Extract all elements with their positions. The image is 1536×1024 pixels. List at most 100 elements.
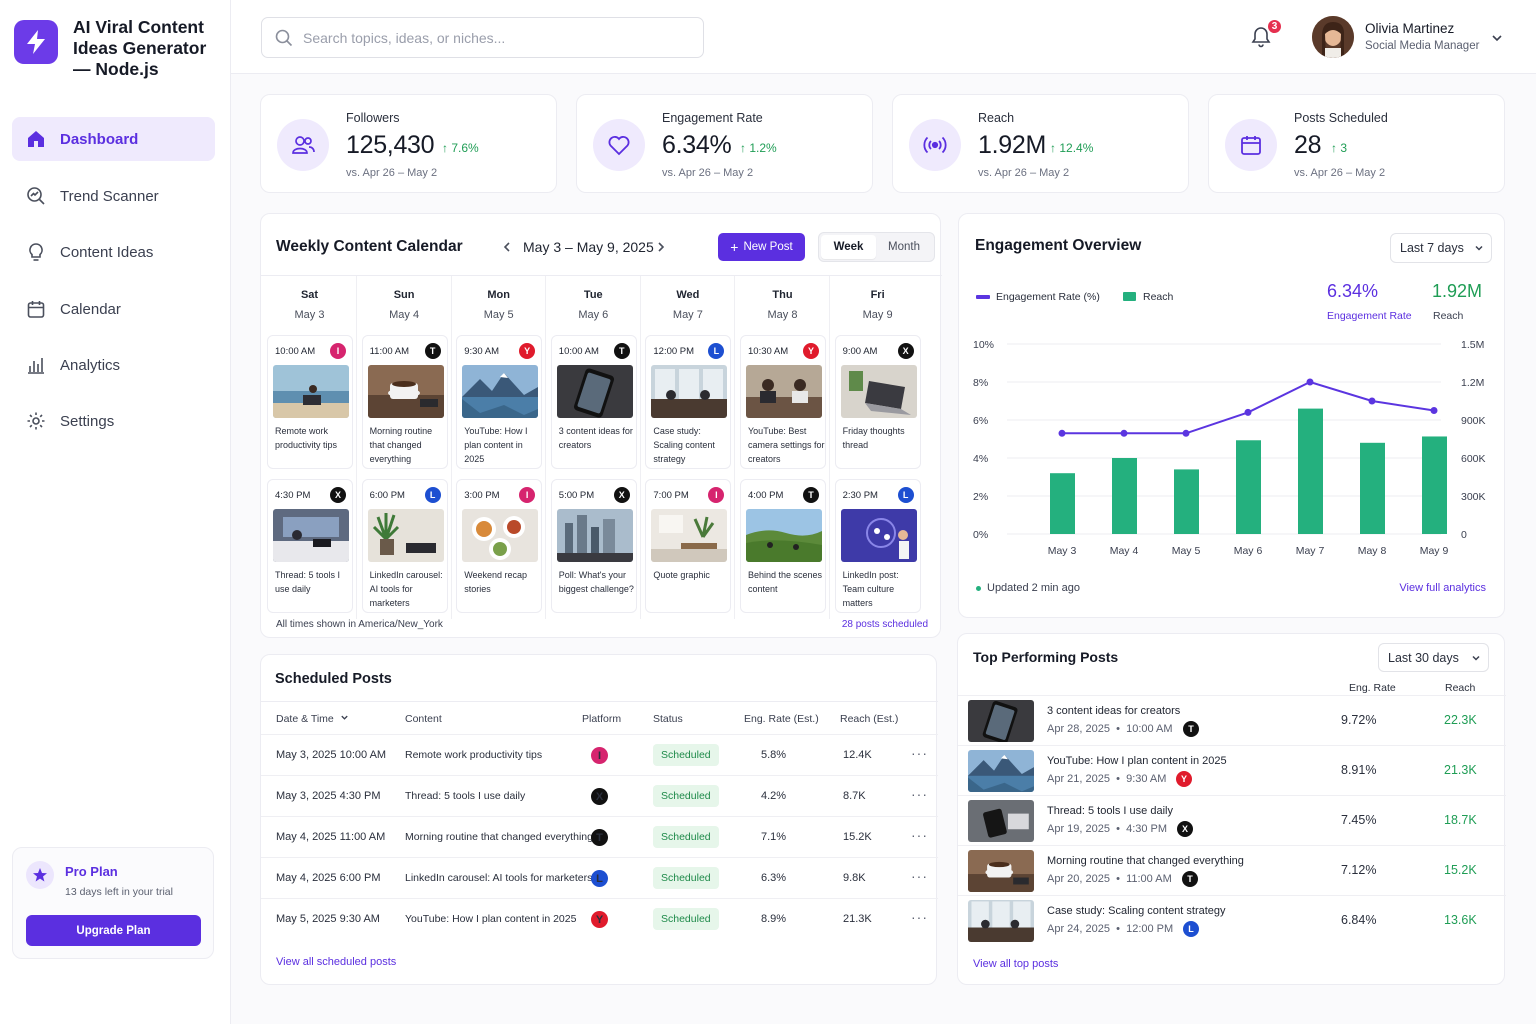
day-name: Sun: [393, 289, 415, 301]
row-reach: 8.7K: [843, 790, 866, 802]
calendar-post-card[interactable]: 4:30 PM X Thread: 5 tools I use daily: [267, 479, 353, 613]
x-tick: May 6: [1234, 545, 1263, 557]
more-options-icon[interactable]: ···: [911, 909, 928, 925]
table-row[interactable]: May 4, 2025 6:00 PM LinkedIn carousel: A…: [261, 857, 938, 898]
reach-bar: [1174, 469, 1199, 534]
week-view-button[interactable]: Week: [821, 235, 876, 259]
view-all-scheduled-link[interactable]: View all scheduled posts: [276, 956, 396, 968]
more-options-icon[interactable]: ···: [911, 745, 928, 761]
live-dot: [976, 586, 981, 591]
post-thumbnail: [840, 509, 917, 562]
stat-label: Posts Scheduled: [1294, 111, 1388, 125]
pro-plan-card: Pro Plan 13 days left in your trial Upgr…: [12, 847, 214, 959]
calendar-post-card[interactable]: 10:00 AM T 3 content ideas for creators: [550, 335, 637, 469]
row-eng-rate: 7.1%: [761, 831, 787, 843]
post-reach: 21.3K: [1444, 763, 1477, 777]
y-left-tick: 4%: [973, 453, 988, 465]
list-item[interactable]: Case study: Scaling content strategy Apr…: [958, 895, 1506, 945]
calendar-post-card[interactable]: 7:00 PM I Quote graphic: [645, 479, 732, 613]
calendar-post-card[interactable]: 10:00 AM I Remote work productivity tips: [267, 335, 353, 469]
top-posts-title: Top Performing Posts: [973, 649, 1119, 665]
row-eng-rate: 6.3%: [761, 872, 787, 884]
sidebar-item-analytics[interactable]: Analytics: [12, 343, 215, 387]
row-date: May 3, 2025 10:00 AM: [276, 749, 387, 761]
calendar-post-card[interactable]: 9:30 AM Y YouTube: How I plan content in…: [456, 335, 543, 469]
calendar-post-card[interactable]: 11:00 AM T Morning routine that changed …: [361, 335, 448, 469]
stat-value: 125,430: [346, 131, 435, 159]
post-title: Poll: What's your biggest challenge?: [558, 570, 634, 594]
platform-icon: L: [591, 870, 608, 887]
row-reach: 9.8K: [843, 872, 866, 884]
post-eng-rate: 6.84%: [1341, 913, 1377, 927]
post-time: 10:00 AM: [558, 346, 599, 357]
calendar-post-card[interactable]: 5:00 PM X Poll: What's your biggest chal…: [550, 479, 637, 613]
chevron-down-icon[interactable]: [1491, 32, 1503, 44]
top-posts-range-dropdown[interactable]: Last 30 days: [1378, 643, 1489, 672]
row-date: May 5, 2025 9:30 AM: [276, 913, 380, 925]
post-time: 4:00 PM: [748, 490, 784, 501]
y-right-tick: 1.5M: [1461, 339, 1484, 351]
post-title: Friday thoughts thread: [842, 426, 905, 450]
view-all-top-posts-link[interactable]: View all top posts: [973, 958, 1058, 970]
sort-date-header[interactable]: Date & Time: [276, 713, 349, 725]
row-eng-rate: 5.8%: [761, 749, 787, 761]
list-item[interactable]: Thread: 5 tools I use daily Apr 19, 2025…: [958, 795, 1506, 845]
calendar-post-card[interactable]: 6:00 PM L LinkedIn carousel: AI tools fo…: [361, 479, 448, 613]
post-title: Thread: 5 tools I use daily: [275, 570, 341, 594]
sidebar-item-settings[interactable]: Settings: [12, 399, 215, 443]
platform-icon: X: [330, 487, 346, 503]
calendar-post-card[interactable]: 3:00 PM I Weekend recap stories: [456, 479, 543, 613]
search-input[interactable]: [303, 29, 683, 46]
platform-icon: Y: [1176, 771, 1192, 787]
star-icon: [26, 861, 54, 889]
more-options-icon[interactable]: ···: [911, 827, 928, 843]
posts-scheduled-link[interactable]: 28 posts scheduled: [842, 619, 928, 630]
calendar-post-card[interactable]: 4:00 PM T Behind the scenes content: [740, 479, 826, 613]
post-eng-rate: 9.72%: [1341, 713, 1377, 727]
more-options-icon[interactable]: ···: [911, 786, 928, 802]
search-box[interactable]: [261, 17, 704, 58]
engagement-range-dropdown[interactable]: Last 7 days: [1390, 233, 1492, 263]
row-eng-rate: 8.9%: [761, 913, 787, 925]
col-platform: Platform: [582, 713, 622, 725]
day-column: Sun May 4 11:00 AM T Morning routine that…: [358, 276, 452, 619]
post-title: YouTube: How I plan content in 2025: [464, 426, 528, 464]
platform-icon: Y: [803, 343, 819, 359]
list-item[interactable]: YouTube: How I plan content in 2025 Apr …: [958, 745, 1506, 795]
trial-remaining: 13 days left in your trial: [65, 886, 173, 898]
list-item[interactable]: Morning routine that changed everything …: [958, 845, 1506, 895]
day-column: Tue May 6 10:00 AM T 3 content ideas for …: [547, 276, 641, 619]
list-item[interactable]: 3 content ideas for creators Apr 28, 202…: [958, 695, 1506, 745]
table-row[interactable]: May 4, 2025 11:00 AM Morning routine tha…: [261, 816, 938, 857]
view-full-analytics-link[interactable]: View full analytics: [1399, 582, 1486, 594]
calendar-post-card[interactable]: 10:30 AM Y YouTube: Best camera settings…: [740, 335, 826, 469]
chevron-left-icon[interactable]: [501, 241, 513, 253]
status-badge: Scheduled: [653, 744, 719, 766]
post-thumbnail: [462, 509, 539, 562]
row-content: Thread: 5 tools I use daily: [405, 790, 526, 802]
platform-icon: Y: [519, 343, 536, 359]
new-post-button[interactable]: + New Post: [718, 233, 805, 261]
avatar[interactable]: [1312, 16, 1354, 58]
calendar-post-card[interactable]: 2:30 PM L LinkedIn post: Team culture ma…: [834, 479, 921, 613]
month-view-button[interactable]: Month: [876, 235, 932, 259]
more-options-icon[interactable]: ···: [911, 868, 928, 884]
table-row[interactable]: May 3, 2025 10:00 AM Remote work product…: [261, 734, 938, 775]
calendar-post-card[interactable]: 12:00 PM L Case study: Scaling content s…: [645, 335, 732, 469]
table-row[interactable]: May 3, 2025 4:30 PM Thread: 5 tools I us…: [261, 775, 938, 816]
chevron-right-icon[interactable]: [655, 241, 667, 253]
day-name: Fri: [870, 289, 885, 301]
table-row[interactable]: May 5, 2025 9:30 AM YouTube: How I plan …: [261, 898, 938, 939]
sidebar: AI Viral Content Ideas Generator — Node.…: [0, 0, 231, 1024]
col-reach: Reach (Est.): [840, 713, 899, 725]
chevron-down-icon: [1472, 655, 1480, 661]
upgrade-plan-button[interactable]: Upgrade Plan: [26, 915, 201, 946]
home-icon: [28, 131, 44, 147]
sidebar-item-trend-scanner[interactable]: Trend Scanner: [12, 174, 215, 218]
post-thumbnail: [968, 800, 1034, 842]
calendar-post-card[interactable]: 9:00 AM X Friday thoughts thread: [834, 335, 921, 469]
reach-bar: [1360, 442, 1385, 534]
sidebar-item-calendar[interactable]: Calendar: [12, 287, 215, 331]
sidebar-item-content-ideas[interactable]: Content Ideas: [12, 230, 215, 274]
sidebar-item-dashboard[interactable]: Dashboard: [12, 117, 215, 161]
